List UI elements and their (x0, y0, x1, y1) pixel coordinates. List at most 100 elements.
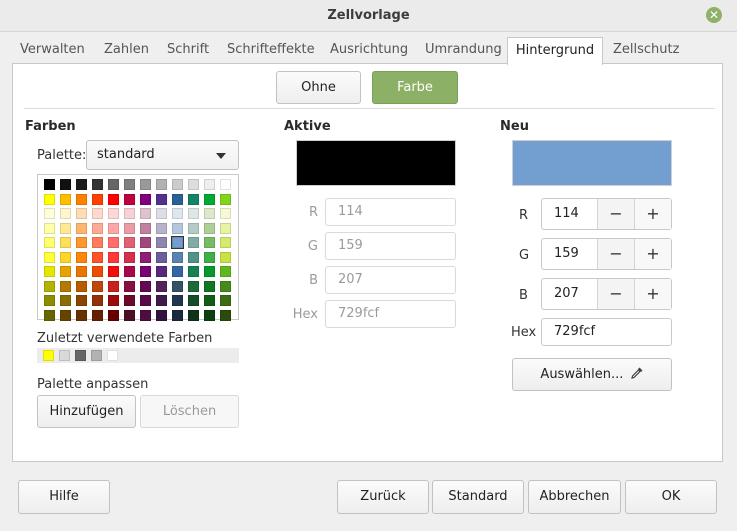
palette-color-chip[interactable] (140, 295, 151, 306)
palette-color-chip[interactable] (204, 222, 215, 234)
palette-color-chip[interactable] (204, 251, 215, 263)
palette-color-chip[interactable] (156, 280, 167, 292)
palette-color-chip[interactable] (124, 295, 135, 306)
palette-color-chip[interactable] (188, 251, 199, 263)
palette-color-chip[interactable] (220, 309, 231, 321)
palette-color-chip[interactable] (44, 193, 55, 205)
palette-color-chip[interactable] (204, 309, 215, 321)
palette-color-chip[interactable] (44, 251, 55, 263)
palette-color-chip[interactable] (172, 222, 183, 234)
palette-color-chip[interactable] (220, 237, 231, 248)
delete-button[interactable]: Löschen (140, 395, 239, 428)
palette-color-chip[interactable] (188, 222, 199, 234)
palette-color-chip[interactable] (172, 309, 183, 321)
palette-color-chip[interactable] (60, 237, 71, 248)
palette-color-chip[interactable] (156, 193, 167, 205)
palette-color-chip[interactable] (140, 208, 151, 219)
palette-color-chip[interactable] (76, 222, 87, 234)
palette-color-chip[interactable] (92, 193, 103, 205)
recent-color-chip[interactable] (107, 350, 118, 361)
tab-schrifteffekte[interactable]: Schrifteffekte (221, 38, 321, 64)
palette-color-chip[interactable] (108, 179, 119, 190)
palette-color-chip[interactable] (60, 208, 71, 219)
palette-color-chip[interactable] (124, 179, 135, 190)
palette-color-chip[interactable] (60, 251, 71, 263)
plus-icon[interactable]: + (635, 199, 671, 229)
palette-color-chip[interactable] (60, 280, 71, 292)
recent-color-chip[interactable] (43, 350, 54, 361)
palette-color-chip[interactable] (44, 266, 55, 277)
palette-color-chip[interactable] (44, 179, 55, 190)
palette-color-chip[interactable] (172, 295, 183, 306)
palette-color-chip[interactable] (44, 237, 55, 248)
palette-color-chip[interactable] (76, 179, 87, 190)
palette-color-chip[interactable] (76, 208, 87, 219)
tab-zellschutz[interactable]: Zellschutz (607, 38, 685, 64)
palette-color-chip[interactable] (140, 193, 151, 205)
palette-color-chip[interactable] (76, 193, 87, 205)
palette-color-chip[interactable] (92, 309, 103, 321)
palette-color-chip[interactable] (92, 208, 103, 219)
help-button[interactable]: Hilfe (18, 480, 110, 514)
palette-color-chip[interactable] (92, 222, 103, 234)
minus-icon[interactable]: − (598, 239, 635, 269)
palette-color-chip[interactable] (204, 237, 215, 248)
tab-zahlen[interactable]: Zahlen (98, 38, 155, 64)
close-icon[interactable]: ✕ (706, 7, 722, 23)
palette-color-chip[interactable] (44, 280, 55, 292)
recent-color-chip[interactable] (59, 350, 70, 361)
palette-color-chip[interactable] (204, 295, 215, 306)
palette-color-chip[interactable] (76, 266, 87, 277)
tab-umrandung[interactable]: Umrandung (419, 38, 508, 64)
palette-color-chip[interactable] (156, 237, 167, 248)
reset-button[interactable]: Zurück (337, 480, 429, 514)
palette-color-chip[interactable] (92, 179, 103, 190)
palette-color-chip[interactable] (204, 266, 215, 277)
palette-color-chip[interactable] (204, 208, 215, 219)
palette-color-chip[interactable] (92, 280, 103, 292)
palette-color-chip[interactable] (60, 266, 71, 277)
tab-schrift[interactable]: Schrift (161, 38, 215, 64)
palette-color-chip[interactable] (76, 309, 87, 321)
new-g-value[interactable]: 159 (542, 239, 598, 269)
palette-color-chip[interactable] (140, 179, 151, 190)
new-r-value[interactable]: 114 (542, 199, 598, 229)
palette-color-chip[interactable] (124, 222, 135, 234)
palette-color-chip[interactable] (124, 280, 135, 292)
palette-color-chip[interactable] (204, 280, 215, 292)
palette-color-chip[interactable] (220, 193, 231, 205)
palette-color-chip[interactable] (220, 251, 231, 263)
standard-button[interactable]: Standard (432, 480, 524, 514)
palette-color-chip[interactable] (172, 193, 183, 205)
palette-color-chip[interactable] (140, 266, 151, 277)
palette-color-chip[interactable] (140, 309, 151, 321)
tab-verwalten[interactable]: Verwalten (14, 38, 91, 64)
palette-color-chip[interactable] (108, 208, 119, 219)
palette-color-chip[interactable] (188, 193, 199, 205)
color-button[interactable]: Farbe (372, 71, 458, 104)
palette-color-chip[interactable] (124, 309, 135, 321)
palette-color-chip[interactable] (108, 193, 119, 205)
recent-color-chip[interactable] (75, 350, 86, 361)
palette-color-chip[interactable] (156, 295, 167, 306)
palette-color-chip[interactable] (188, 237, 199, 248)
palette-color-chip[interactable] (124, 208, 135, 219)
palette-color-chip[interactable] (76, 280, 87, 292)
palette-color-chip[interactable] (44, 295, 55, 306)
palette-color-chip[interactable] (44, 309, 55, 321)
palette-color-chip[interactable] (60, 179, 71, 190)
minus-icon[interactable]: − (598, 199, 635, 229)
palette-color-chip[interactable] (220, 295, 231, 306)
ok-button[interactable]: OK (625, 480, 717, 514)
palette-color-chip[interactable] (172, 266, 183, 277)
palette-color-chip[interactable] (76, 295, 87, 306)
palette-color-chip[interactable] (108, 266, 119, 277)
plus-icon[interactable]: + (635, 279, 671, 309)
palette-color-chip[interactable] (60, 295, 71, 306)
palette-color-chip[interactable] (140, 237, 151, 248)
palette-color-chip[interactable] (124, 266, 135, 277)
palette-color-chip[interactable] (172, 280, 183, 292)
palette-color-chip[interactable] (44, 222, 55, 234)
palette-color-chip[interactable] (60, 193, 71, 205)
add-button[interactable]: Hinzufügen (37, 395, 136, 428)
